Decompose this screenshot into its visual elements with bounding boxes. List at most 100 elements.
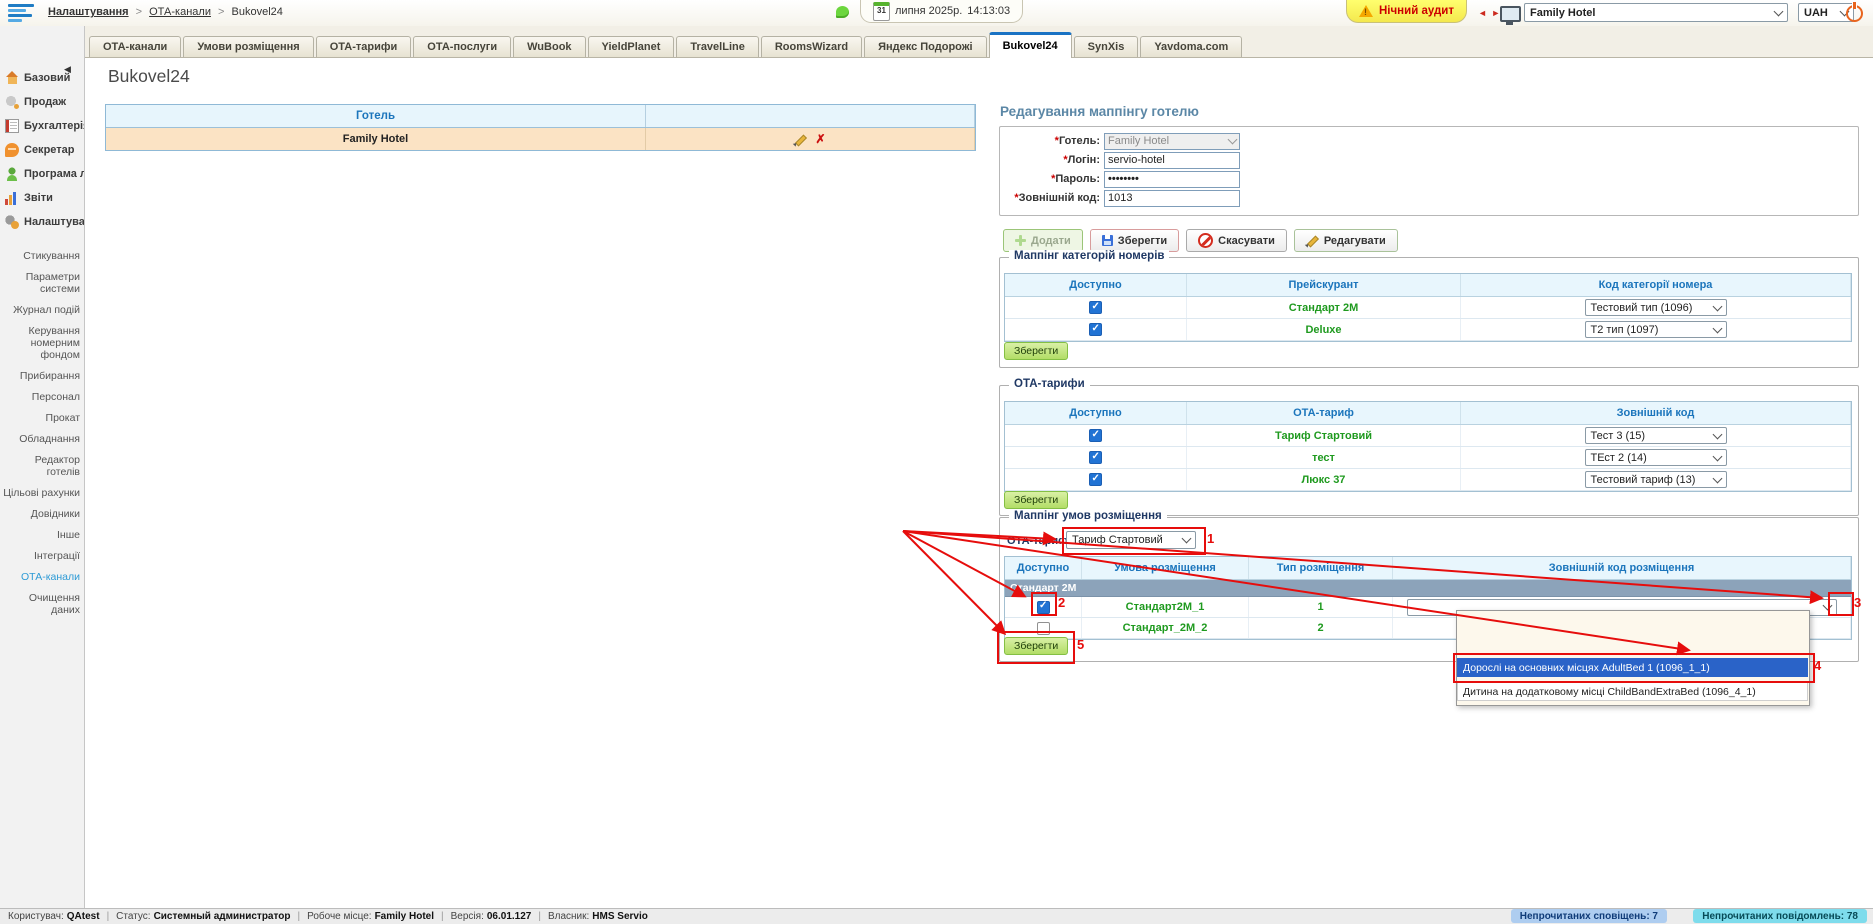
- hotel-field-select[interactable]: Family Hotel: [1104, 133, 1240, 150]
- tab-roomswizard[interactable]: RoomsWizard: [761, 36, 862, 57]
- tab-ota-tariffs[interactable]: ОТА-тарифи: [316, 36, 412, 57]
- hotel-select[interactable]: Family Hotel: [1524, 3, 1788, 22]
- chevron-down-icon: [1228, 135, 1238, 145]
- sidebar-module-sales[interactable]: Продаж: [0, 90, 84, 114]
- sidebar-item-directories[interactable]: Довідники: [0, 508, 80, 520]
- table-row: тест ТЕст 2 (14): [1005, 447, 1851, 469]
- placement-type: 2: [1249, 618, 1393, 638]
- sidebar-item-target-accounts[interactable]: Цільові рахунки: [0, 487, 80, 499]
- module-label: Налаштуван: [24, 216, 84, 228]
- status-value: Системный администратор: [154, 911, 291, 922]
- sidebar-module-secretary[interactable]: Секретар: [0, 138, 84, 162]
- logout-power-icon[interactable]: [1846, 5, 1863, 22]
- breadcrumb-ota-channels-link[interactable]: ОТА-канали: [149, 6, 211, 18]
- sidebar-item-event-log[interactable]: Журнал подій: [0, 304, 80, 316]
- external-code-field-input[interactable]: 1013: [1104, 190, 1240, 207]
- cancel-button[interactable]: Скасувати: [1186, 229, 1287, 252]
- sidebar-module-settings[interactable]: Налаштуван: [0, 210, 84, 234]
- hotel-field-label: *Готель:: [1000, 135, 1100, 147]
- placement-term: Стандарт_2М_2: [1082, 618, 1249, 638]
- sidebar-item-room-fund[interactable]: Керування номерним фондом: [0, 325, 80, 361]
- workplace-label: Робоче місце:: [307, 911, 371, 922]
- sidebar-module-reports[interactable]: Звіти: [0, 186, 84, 210]
- available-checkbox[interactable]: [1037, 601, 1050, 614]
- dropdown-option-adultbed[interactable]: Дорослі на основних місцях AdultBed 1 (1…: [1457, 658, 1808, 677]
- delete-icon[interactable]: ✗: [815, 132, 825, 146]
- col-ota-tariff: ОТА-тариф: [1187, 402, 1461, 424]
- sidebar-item-equipment[interactable]: Обладнання: [0, 433, 80, 445]
- add-button[interactable]: Додати: [1003, 229, 1083, 252]
- edit-icon[interactable]: [794, 133, 807, 146]
- sidebar-item-staff[interactable]: Персонал: [0, 391, 80, 403]
- placement-mapping-save-button[interactable]: Зберегти: [1004, 637, 1068, 655]
- external-code-select[interactable]: Тест 3 (15): [1585, 427, 1727, 444]
- tab-yavdoma[interactable]: Yavdoma.com: [1140, 36, 1242, 57]
- tab-wubook[interactable]: WuBook: [513, 36, 585, 57]
- room-code-select[interactable]: Тестовий тип (1096): [1585, 299, 1727, 316]
- tab-ota-channels[interactable]: ОТА-канали: [89, 36, 181, 57]
- col-placement-term: Умова розміщення: [1082, 557, 1249, 579]
- night-audit-label: Нічний аудит: [1379, 5, 1454, 17]
- login-field-label: *Логін:: [1000, 154, 1100, 166]
- unread-messages-badge[interactable]: Непрочитаних повідомлень: 78: [1693, 909, 1867, 923]
- tab-yandex-travel[interactable]: Яндекс Подорожі: [864, 36, 987, 57]
- module-label: Звіти: [24, 192, 53, 204]
- datetime-widget: 31 липня 2025р. 14:13:03: [860, 0, 1023, 23]
- actions-column-header: [646, 105, 975, 127]
- sidebar-item-data-cleanup[interactable]: Очищення даних: [0, 592, 80, 616]
- tab-bukovel24[interactable]: Bukovel24: [989, 32, 1072, 58]
- tab-yieldplanet[interactable]: YieldPlanet: [588, 36, 675, 57]
- sidebar-item-housekeeping[interactable]: Прибирання: [0, 370, 80, 382]
- external-code-select[interactable]: Тестовий тариф (13): [1585, 471, 1727, 488]
- password-field-input[interactable]: ••••••••: [1104, 171, 1240, 188]
- resize-arrows-icon[interactable]: ◄ ►: [1478, 8, 1501, 18]
- hotels-table: Готель Family Hotel ✗: [105, 104, 976, 151]
- chat-bubble-icon[interactable]: [836, 6, 849, 18]
- tab-synxis[interactable]: SynXis: [1074, 36, 1139, 57]
- tab-ota-services[interactable]: ОТА-послуги: [413, 36, 511, 57]
- col-pricelist: Прейскурант: [1187, 274, 1461, 296]
- unread-notifications-badge[interactable]: Непрочитаних сповіщень: 7: [1511, 909, 1667, 923]
- room-code-select[interactable]: Т2 тип (1097): [1585, 321, 1727, 338]
- sidebar-module-loyalty[interactable]: Програма ло: [0, 162, 84, 186]
- app-logo-icon: [8, 4, 38, 22]
- available-checkbox[interactable]: [1037, 622, 1050, 635]
- save-button[interactable]: Зберегти: [1090, 229, 1179, 252]
- sidebar-item-rental[interactable]: Прокат: [0, 412, 80, 424]
- tab-placement-terms[interactable]: Умови розміщення: [183, 36, 313, 57]
- external-code-select[interactable]: ТЕст 2 (14): [1585, 449, 1727, 466]
- col-external-placement-code: Зовнішній код розміщення: [1393, 557, 1851, 579]
- sidebar-item-ota-channels[interactable]: ОТА-канали: [0, 571, 80, 583]
- tab-travelline[interactable]: TravelLine: [676, 36, 758, 57]
- ota-tariffs-save-button[interactable]: Зберегти: [1004, 491, 1068, 509]
- sidebar-module-accounting[interactable]: Бухгалтерія: [0, 114, 84, 138]
- owner-value: HMS Servio: [592, 911, 648, 922]
- chevron-down-icon: [1712, 323, 1722, 333]
- breadcrumb-settings-link[interactable]: Налаштування: [48, 6, 129, 18]
- sidebar-item-integrations[interactable]: Інтеграції: [0, 550, 80, 562]
- edit-button[interactable]: Редагувати: [1294, 229, 1398, 252]
- night-audit-badge[interactable]: Нічний аудит: [1346, 0, 1467, 23]
- sidebar-item-other[interactable]: Інше: [0, 529, 80, 541]
- col-available: Доступно: [1005, 557, 1082, 579]
- table-row: Тариф Стартовий Тест 3 (15): [1005, 425, 1851, 447]
- chevron-down-icon: [1774, 6, 1784, 16]
- login-field-input[interactable]: servio-hotel: [1104, 152, 1240, 169]
- sidebar-collapse-icon[interactable]: ◀: [64, 64, 71, 75]
- hotel-select-value: Family Hotel: [1530, 7, 1595, 19]
- placement-code-dropdown-popup: Дорослі на основних місцях AdultBed 1 (1…: [1456, 610, 1810, 706]
- available-checkbox[interactable]: [1089, 301, 1102, 314]
- available-checkbox[interactable]: [1089, 451, 1102, 464]
- dropdown-option-childband[interactable]: Дитина на додатковому місці ChildBandExt…: [1457, 682, 1808, 701]
- ota-tariff-select[interactable]: Тариф Стартовий: [1066, 531, 1196, 549]
- category-mapping-save-button[interactable]: Зберегти: [1004, 342, 1068, 360]
- available-checkbox[interactable]: [1089, 473, 1102, 486]
- sidebar-item-system-params[interactable]: Параметри системи: [0, 271, 80, 295]
- sidebar-module-basic[interactable]: Базовий: [0, 66, 84, 90]
- sidebar-item-hotel-editor[interactable]: Редактор готелів: [0, 454, 80, 478]
- hotel-row[interactable]: Family Hotel ✗: [106, 128, 975, 150]
- available-checkbox[interactable]: [1089, 429, 1102, 442]
- available-checkbox[interactable]: [1089, 323, 1102, 336]
- pencil-icon: [1306, 234, 1319, 247]
- sidebar-item-docking[interactable]: Стикування: [0, 250, 80, 262]
